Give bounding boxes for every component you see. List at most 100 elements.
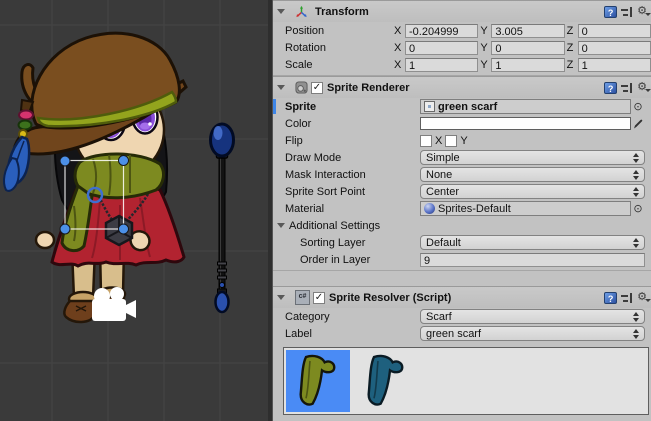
presets-icon[interactable] <box>621 292 633 304</box>
presets-icon[interactable] <box>621 6 633 18</box>
gear-menu-icon[interactable]: ⚙ <box>637 6 647 17</box>
position-x-field[interactable]: -0.204999 <box>405 24 478 38</box>
label-row: Label green scarf <box>273 325 651 342</box>
additional-settings-row[interactable]: Additional Settings <box>273 217 651 234</box>
scale-y-field[interactable]: 1 <box>491 58 564 72</box>
axis-y-label: Y <box>480 59 489 71</box>
draw-mode-row: Draw Mode Simple <box>273 149 651 166</box>
mask-interaction-label: Mask Interaction <box>285 169 420 181</box>
prefab-override-bar <box>273 99 276 114</box>
position-z-field[interactable]: 0 <box>578 24 651 38</box>
enabled-checkbox[interactable]: ✓ <box>311 82 323 94</box>
position-y-field[interactable]: 3.005 <box>491 24 564 38</box>
category-dropdown[interactable]: Scarf <box>420 309 645 324</box>
enabled-checkbox[interactable]: ✓ <box>313 292 325 304</box>
selection-handle-top-left[interactable] <box>60 156 70 166</box>
label-dropdown[interactable]: green scarf <box>420 326 645 341</box>
axis-x-label: X <box>394 59 403 71</box>
green-scarf-thumbnail <box>295 353 341 409</box>
order-in-layer-label: Order in Layer <box>285 254 420 266</box>
selection-handle-bottom-right[interactable] <box>119 224 129 234</box>
label-label: Label <box>285 328 420 340</box>
category-label: Category <box>285 311 420 323</box>
help-icon[interactable]: ? <box>604 292 617 304</box>
dropdown-caret-icon <box>629 170 639 180</box>
component-title: Transform <box>315 6 369 18</box>
flip-x-label: X <box>435 135 442 147</box>
sprite-object-field[interactable]: green scarf <box>420 99 631 114</box>
transform-header[interactable]: Transform ? ⚙ <box>273 0 651 22</box>
axis-y-label: Y <box>480 42 489 54</box>
axis-x-label: X <box>394 25 403 37</box>
help-icon[interactable]: ? <box>604 82 617 94</box>
blue-scarf-thumbnail <box>363 353 409 409</box>
rotation-y-field[interactable]: 0 <box>491 41 564 55</box>
order-in-layer-field[interactable]: 9 <box>420 253 645 267</box>
help-icon[interactable]: ? <box>604 6 617 18</box>
foldout-arrow-icon[interactable] <box>277 9 285 14</box>
component-title: Sprite Renderer <box>327 82 410 94</box>
unity-editor-window: Transform ? ⚙ Position X -0.204999 Y 3.0… <box>0 0 651 421</box>
color-swatch[interactable] <box>420 117 631 130</box>
material-sphere-icon <box>424 203 435 214</box>
inspector-panel: Transform ? ⚙ Position X -0.204999 Y 3.0… <box>273 0 651 421</box>
category-value: Scarf <box>426 311 452 323</box>
axis-x-label: X <box>394 42 403 54</box>
foldout-arrow-icon[interactable] <box>277 223 285 228</box>
sprite-resolver-component: c# ✓ Sprite Resolver (Script) ? ⚙ Catego… <box>273 286 651 415</box>
presets-icon[interactable] <box>621 82 633 94</box>
sorting-layer-label: Sorting Layer <box>285 237 420 249</box>
sprite-resolver-header[interactable]: c# ✓ Sprite Resolver (Script) ? ⚙ <box>273 286 651 308</box>
flip-x-checkbox[interactable] <box>420 135 432 147</box>
rotation-row: Rotation X 0 Y 0 Z 0 <box>273 39 651 56</box>
dropdown-caret-icon <box>629 238 639 248</box>
sprite-variant-blue-scarf[interactable] <box>354 350 418 412</box>
scene-view[interactable] <box>0 0 268 421</box>
csharp-script-icon: c# <box>295 290 310 305</box>
sprite-label: Sprite <box>285 101 420 113</box>
sprite-sort-point-row: Sprite Sort Point Center <box>273 183 651 200</box>
dropdown-caret-icon <box>629 312 639 322</box>
color-row: Color <box>273 115 651 132</box>
material-row: Material Sprites-Default ⊙ <box>273 200 651 217</box>
scale-label: Scale <box>285 59 394 71</box>
sprite-thumbnail-icon <box>424 101 435 112</box>
material-object-field[interactable]: Sprites-Default <box>420 201 631 216</box>
object-picker-icon[interactable]: ⊙ <box>631 100 645 113</box>
transform-axes-icon <box>295 5 308 18</box>
dropdown-caret-icon <box>629 329 639 339</box>
mask-interaction-dropdown[interactable]: None <box>420 167 645 182</box>
rotation-z-field[interactable]: 0 <box>578 41 651 55</box>
sprite-renderer-icon <box>295 81 308 94</box>
selection-handle-top-right[interactable] <box>119 156 129 166</box>
draw-mode-dropdown[interactable]: Simple <box>420 150 645 165</box>
additional-settings-label: Additional Settings <box>289 220 380 232</box>
order-in-layer-row: Order in Layer 9 <box>273 251 651 268</box>
position-row: Position X -0.204999 Y 3.005 Z 0 <box>273 22 651 39</box>
rotation-x-field[interactable]: 0 <box>405 41 478 55</box>
sorting-layer-dropdown[interactable]: Default <box>420 235 645 250</box>
draw-mode-value: Simple <box>426 152 460 164</box>
flip-y-label: Y <box>460 135 467 147</box>
scale-z-field[interactable]: 1 <box>578 58 651 72</box>
scale-x-field[interactable]: 1 <box>405 58 478 72</box>
transform-component: Transform ? ⚙ Position X -0.204999 Y 3.0… <box>273 0 651 76</box>
draw-mode-label: Draw Mode <box>285 152 420 164</box>
foldout-arrow-icon[interactable] <box>277 85 285 90</box>
flip-label: Flip <box>285 135 420 147</box>
rotation-label: Rotation <box>285 42 394 54</box>
category-row: Category Scarf <box>273 308 651 325</box>
object-picker-icon[interactable]: ⊙ <box>631 202 645 215</box>
flip-row: Flip X Y <box>273 132 651 149</box>
eyedropper-icon[interactable] <box>631 117 645 130</box>
gear-menu-icon[interactable]: ⚙ <box>637 82 647 93</box>
color-label: Color <box>285 118 420 130</box>
flip-y-checkbox[interactable] <box>445 135 457 147</box>
selection-handle-bottom-left[interactable] <box>60 224 70 234</box>
sprite-sort-point-dropdown[interactable]: Center <box>420 184 645 199</box>
foldout-arrow-icon[interactable] <box>277 295 285 300</box>
sprite-renderer-header[interactable]: ✓ Sprite Renderer ? ⚙ <box>273 76 651 98</box>
sprite-variant-green-scarf[interactable] <box>286 350 350 412</box>
sorting-layer-row: Sorting Layer Default <box>273 234 651 251</box>
gear-menu-icon[interactable]: ⚙ <box>637 292 647 303</box>
